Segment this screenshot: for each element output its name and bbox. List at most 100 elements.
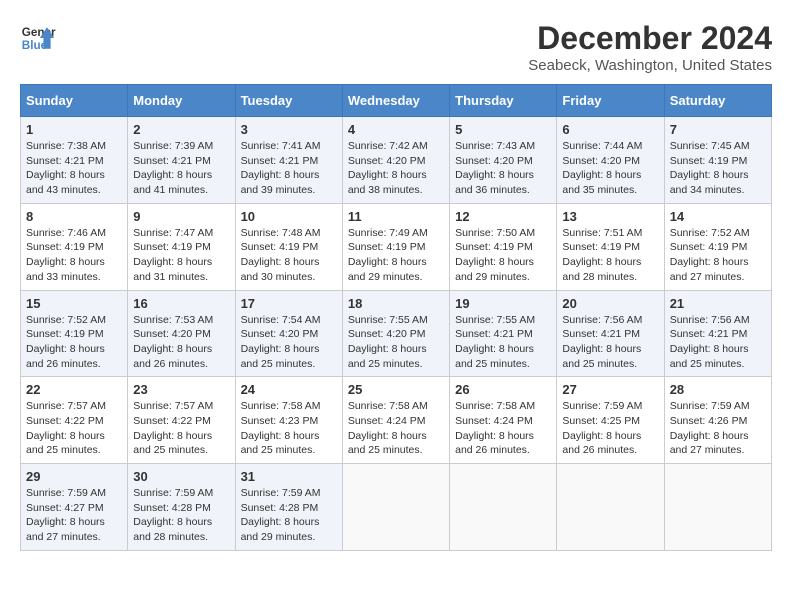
calendar-week-row: 29 Sunrise: 7:59 AMSunset: 4:27 PMDaylig… — [21, 464, 772, 551]
day-detail: Sunrise: 7:56 AMSunset: 4:21 PMDaylight:… — [562, 314, 642, 370]
day-detail: Sunrise: 7:46 AMSunset: 4:19 PMDaylight:… — [26, 227, 106, 283]
calendar-day-cell: 1 Sunrise: 7:38 AMSunset: 4:21 PMDayligh… — [21, 117, 128, 204]
weekday-header: Saturday — [664, 85, 771, 117]
calendar-day-cell: 21 Sunrise: 7:56 AMSunset: 4:21 PMDaylig… — [664, 290, 771, 377]
day-number: 25 — [348, 382, 444, 397]
calendar-week-row: 1 Sunrise: 7:38 AMSunset: 4:21 PMDayligh… — [21, 117, 772, 204]
day-detail: Sunrise: 7:56 AMSunset: 4:21 PMDaylight:… — [670, 314, 750, 370]
day-number: 18 — [348, 296, 444, 311]
calendar-day-cell — [664, 464, 771, 551]
calendar-day-cell: 22 Sunrise: 7:57 AMSunset: 4:22 PMDaylig… — [21, 377, 128, 464]
calendar-day-cell: 5 Sunrise: 7:43 AMSunset: 4:20 PMDayligh… — [450, 117, 557, 204]
day-detail: Sunrise: 7:38 AMSunset: 4:21 PMDaylight:… — [26, 140, 106, 196]
calendar-day-cell: 23 Sunrise: 7:57 AMSunset: 4:22 PMDaylig… — [128, 377, 235, 464]
day-number: 23 — [133, 382, 229, 397]
calendar-week-row: 15 Sunrise: 7:52 AMSunset: 4:19 PMDaylig… — [21, 290, 772, 377]
day-detail: Sunrise: 7:39 AMSunset: 4:21 PMDaylight:… — [133, 140, 213, 196]
calendar-day-cell: 29 Sunrise: 7:59 AMSunset: 4:27 PMDaylig… — [21, 464, 128, 551]
day-detail: Sunrise: 7:58 AMSunset: 4:24 PMDaylight:… — [348, 400, 428, 456]
day-number: 22 — [26, 382, 122, 397]
calendar-day-cell: 18 Sunrise: 7:55 AMSunset: 4:20 PMDaylig… — [342, 290, 449, 377]
day-detail: Sunrise: 7:49 AMSunset: 4:19 PMDaylight:… — [348, 227, 428, 283]
calendar-day-cell — [450, 464, 557, 551]
calendar-day-cell: 13 Sunrise: 7:51 AMSunset: 4:19 PMDaylig… — [557, 203, 664, 290]
page-title: December 2024 — [528, 20, 772, 57]
weekday-header: Wednesday — [342, 85, 449, 117]
day-detail: Sunrise: 7:47 AMSunset: 4:19 PMDaylight:… — [133, 227, 213, 283]
day-detail: Sunrise: 7:42 AMSunset: 4:20 PMDaylight:… — [348, 140, 428, 196]
day-number: 10 — [241, 209, 337, 224]
calendar-week-row: 22 Sunrise: 7:57 AMSunset: 4:22 PMDaylig… — [21, 377, 772, 464]
calendar-day-cell — [557, 464, 664, 551]
day-detail: Sunrise: 7:59 AMSunset: 4:27 PMDaylight:… — [26, 487, 106, 543]
day-number: 24 — [241, 382, 337, 397]
day-detail: Sunrise: 7:59 AMSunset: 4:28 PMDaylight:… — [133, 487, 213, 543]
calendar-day-cell: 17 Sunrise: 7:54 AMSunset: 4:20 PMDaylig… — [235, 290, 342, 377]
calendar-day-cell: 8 Sunrise: 7:46 AMSunset: 4:19 PMDayligh… — [21, 203, 128, 290]
day-number: 17 — [241, 296, 337, 311]
weekday-header: Thursday — [450, 85, 557, 117]
day-detail: Sunrise: 7:54 AMSunset: 4:20 PMDaylight:… — [241, 314, 321, 370]
day-number: 4 — [348, 122, 444, 137]
calendar-day-cell: 12 Sunrise: 7:50 AMSunset: 4:19 PMDaylig… — [450, 203, 557, 290]
day-number: 8 — [26, 209, 122, 224]
day-detail: Sunrise: 7:52 AMSunset: 4:19 PMDaylight:… — [670, 227, 750, 283]
calendar-week-row: 8 Sunrise: 7:46 AMSunset: 4:19 PMDayligh… — [21, 203, 772, 290]
day-detail: Sunrise: 7:58 AMSunset: 4:23 PMDaylight:… — [241, 400, 321, 456]
day-number: 28 — [670, 382, 766, 397]
calendar-table: SundayMondayTuesdayWednesdayThursdayFrid… — [20, 84, 772, 551]
day-detail: Sunrise: 7:58 AMSunset: 4:24 PMDaylight:… — [455, 400, 535, 456]
day-number: 6 — [562, 122, 658, 137]
calendar-day-cell: 7 Sunrise: 7:45 AMSunset: 4:19 PMDayligh… — [664, 117, 771, 204]
calendar-day-cell: 28 Sunrise: 7:59 AMSunset: 4:26 PMDaylig… — [664, 377, 771, 464]
day-number: 2 — [133, 122, 229, 137]
day-detail: Sunrise: 7:53 AMSunset: 4:20 PMDaylight:… — [133, 314, 213, 370]
day-detail: Sunrise: 7:41 AMSunset: 4:21 PMDaylight:… — [241, 140, 321, 196]
day-number: 31 — [241, 469, 337, 484]
weekday-header: Monday — [128, 85, 235, 117]
weekday-header: Tuesday — [235, 85, 342, 117]
calendar-day-cell: 15 Sunrise: 7:52 AMSunset: 4:19 PMDaylig… — [21, 290, 128, 377]
day-detail: Sunrise: 7:45 AMSunset: 4:19 PMDaylight:… — [670, 140, 750, 196]
calendar-day-cell: 6 Sunrise: 7:44 AMSunset: 4:20 PMDayligh… — [557, 117, 664, 204]
day-detail: Sunrise: 7:50 AMSunset: 4:19 PMDaylight:… — [455, 227, 535, 283]
calendar-day-cell: 16 Sunrise: 7:53 AMSunset: 4:20 PMDaylig… — [128, 290, 235, 377]
calendar-day-cell: 11 Sunrise: 7:49 AMSunset: 4:19 PMDaylig… — [342, 203, 449, 290]
day-number: 3 — [241, 122, 337, 137]
page-header: General Blue December 2024 Seabeck, Wash… — [20, 20, 772, 74]
calendar-day-cell: 2 Sunrise: 7:39 AMSunset: 4:21 PMDayligh… — [128, 117, 235, 204]
calendar-day-cell — [342, 464, 449, 551]
day-detail: Sunrise: 7:59 AMSunset: 4:28 PMDaylight:… — [241, 487, 321, 543]
calendar-day-cell: 25 Sunrise: 7:58 AMSunset: 4:24 PMDaylig… — [342, 377, 449, 464]
weekday-header: Sunday — [21, 85, 128, 117]
calendar-day-cell: 27 Sunrise: 7:59 AMSunset: 4:25 PMDaylig… — [557, 377, 664, 464]
calendar-day-cell: 3 Sunrise: 7:41 AMSunset: 4:21 PMDayligh… — [235, 117, 342, 204]
weekday-header: Friday — [557, 85, 664, 117]
day-number: 11 — [348, 209, 444, 224]
day-number: 14 — [670, 209, 766, 224]
calendar-day-cell: 4 Sunrise: 7:42 AMSunset: 4:20 PMDayligh… — [342, 117, 449, 204]
day-number: 16 — [133, 296, 229, 311]
calendar-day-cell: 30 Sunrise: 7:59 AMSunset: 4:28 PMDaylig… — [128, 464, 235, 551]
calendar-day-cell: 24 Sunrise: 7:58 AMSunset: 4:23 PMDaylig… — [235, 377, 342, 464]
day-number: 7 — [670, 122, 766, 137]
calendar-day-cell: 14 Sunrise: 7:52 AMSunset: 4:19 PMDaylig… — [664, 203, 771, 290]
day-detail: Sunrise: 7:44 AMSunset: 4:20 PMDaylight:… — [562, 140, 642, 196]
day-number: 26 — [455, 382, 551, 397]
day-detail: Sunrise: 7:57 AMSunset: 4:22 PMDaylight:… — [133, 400, 213, 456]
calendar-day-cell: 20 Sunrise: 7:56 AMSunset: 4:21 PMDaylig… — [557, 290, 664, 377]
day-number: 9 — [133, 209, 229, 224]
logo-icon: General Blue — [20, 20, 56, 56]
day-number: 30 — [133, 469, 229, 484]
day-detail: Sunrise: 7:52 AMSunset: 4:19 PMDaylight:… — [26, 314, 106, 370]
day-number: 12 — [455, 209, 551, 224]
day-number: 13 — [562, 209, 658, 224]
day-number: 15 — [26, 296, 122, 311]
day-number: 5 — [455, 122, 551, 137]
day-number: 21 — [670, 296, 766, 311]
day-detail: Sunrise: 7:51 AMSunset: 4:19 PMDaylight:… — [562, 227, 642, 283]
calendar-day-cell: 31 Sunrise: 7:59 AMSunset: 4:28 PMDaylig… — [235, 464, 342, 551]
day-detail: Sunrise: 7:59 AMSunset: 4:26 PMDaylight:… — [670, 400, 750, 456]
day-detail: Sunrise: 7:59 AMSunset: 4:25 PMDaylight:… — [562, 400, 642, 456]
title-area: December 2024 Seabeck, Washington, Unite… — [528, 20, 772, 74]
